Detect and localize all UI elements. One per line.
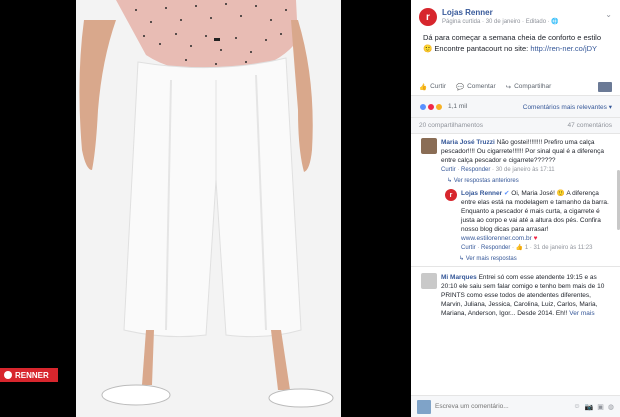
reactions-bar: 1,1 mil Comentários mais relevantes ▾ [411,96,620,118]
reaction-count[interactable]: 1,1 mil [448,103,467,110]
renner-logo-icon [4,371,12,379]
model-figure [79,0,334,408]
brand-tag-label: RENNER [15,370,49,380]
haha-reaction-icon[interactable] [435,102,443,111]
love-reaction-icon[interactable] [427,102,435,111]
verified-icon: ✔ [504,190,510,197]
shares-count[interactable]: 20 compartilhamentos [419,122,483,129]
post-meta: Página curtida · 30 de janeiro · Editado… [442,19,559,25]
product-photo [0,0,411,417]
avatar [417,399,431,414]
page-name-link[interactable]: Lojas Renner [442,8,559,17]
reply-reply-link[interactable]: Responder [481,245,510,251]
replier-name[interactable]: Lojas Renner [461,190,502,197]
post-text: Dá para começar a semana cheia de confor… [423,33,602,53]
camera-icon[interactable]: 📷 [585,403,594,411]
gif-icon[interactable]: ▣ [597,403,604,411]
comment-like-link[interactable]: Curtir [441,167,456,173]
options-chevron-icon[interactable]: ⌄ [605,10,612,19]
avatar[interactable] [421,273,437,289]
reply-item: r Lojas Renner ✔ Oi, Maria José! 🙂 A dif… [411,184,620,253]
post-link[interactable]: http://ren-ner.co/jDY [530,44,597,53]
like-reaction-icon[interactable] [419,102,427,111]
comment-meta: Curtir · Responder · 30 de janeiro às 17… [441,167,555,173]
globe-icon: 🌐 [551,19,559,25]
comment-input-bar: ☺ 📷 ▣ ◍ [411,395,620,417]
avatar[interactable] [421,138,437,154]
reply-like-link[interactable]: Curtir [461,245,476,251]
post-side-panel: r Lojas Renner Página curtida · 30 de ja… [411,0,620,417]
photo-border-right [341,0,411,417]
thumbs-up-icon: 👍 [419,83,428,91]
comments-count[interactable]: 47 comentários [568,122,612,129]
commenter-name[interactable]: Maria José Truzzi [441,139,495,146]
share-button[interactable]: ↪ Compartilhar [506,83,552,91]
comment-icon: 💬 [455,83,465,91]
comment-reply-link[interactable]: Responder [461,167,490,173]
comment-button[interactable]: 💬 Comentar [456,83,496,91]
comment-item: Mi Marques Entrei só com esse atendente … [411,266,620,318]
comment-item: Maria José Truzzi Não gostei!!!!!!!! Pre… [411,134,620,175]
share-icon: ↪ [505,83,512,91]
reply-link[interactable]: www.estilorenner.com.br [461,235,532,242]
see-more-link[interactable]: Ver mais [569,310,594,317]
heart-icon: ♥ [533,235,538,242]
post-actions: 👍 Curtir 💬 Comentar ↪ Compartilhar [411,78,620,96]
like-button[interactable]: 👍 Curtir [419,83,446,91]
page-avatar[interactable]: r [419,8,437,26]
comment-input[interactable] [435,403,570,410]
more-replies-link[interactable]: ↳ Ver mais respostas [411,253,620,262]
actor-selector-avatar[interactable] [598,81,612,92]
post-header: r Lojas Renner Página curtida · 30 de ja… [411,0,620,26]
avatar[interactable]: r [445,189,457,201]
reply-meta: Curtir · Responder · 👍 1 · 31 de janeiro… [461,245,593,251]
previous-replies-link[interactable]: ↳ Ver respostas anteriores [411,175,620,184]
post-stats: 20 compartilhamentos 47 comentários [411,118,620,134]
photo-border-left [0,0,76,417]
sticker-icon[interactable]: ◍ [608,403,614,411]
renner-brand-tag: RENNER [0,368,58,382]
comment-sort-dropdown[interactable]: Comentários mais relevantes ▾ [523,103,612,111]
emoji-icon[interactable]: ☺ [573,403,580,410]
commenter-name[interactable]: Mi Marques [441,274,477,281]
